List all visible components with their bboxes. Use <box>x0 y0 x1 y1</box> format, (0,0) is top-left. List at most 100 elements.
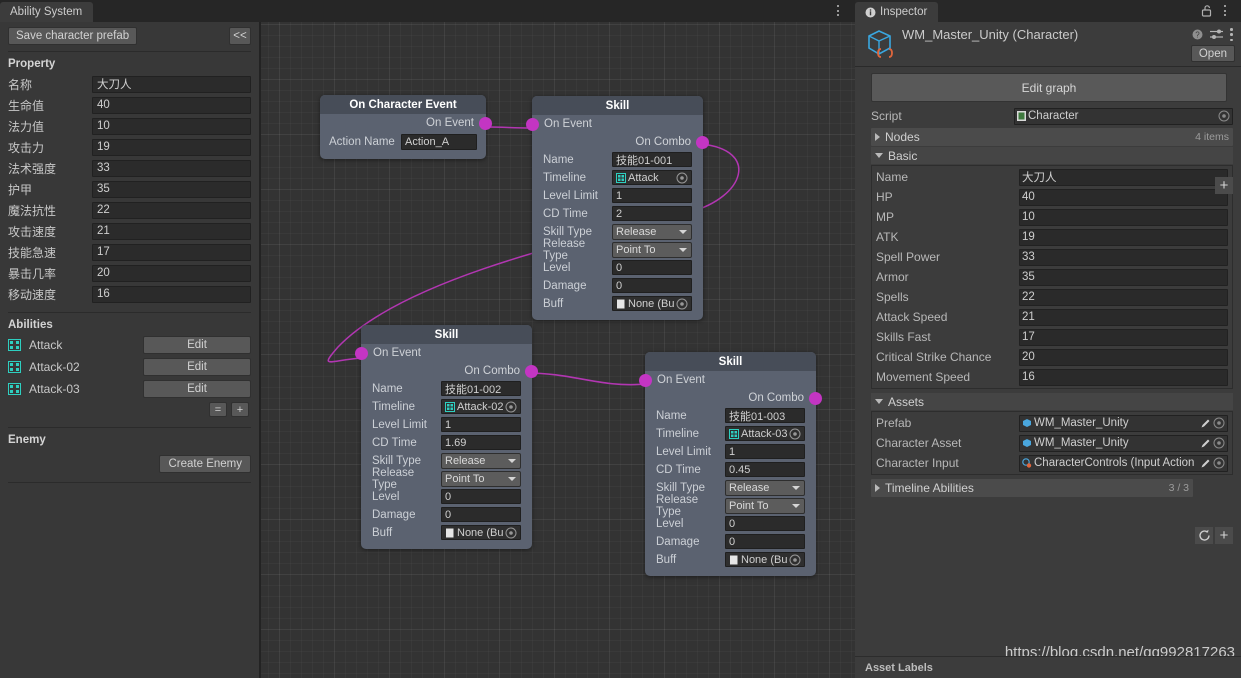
skill-type-dropdown[interactable]: Release <box>725 479 805 496</box>
edit-graph-button[interactable]: Edit graph <box>871 73 1227 102</box>
lock-open-icon[interactable] <box>1201 4 1213 17</box>
field-input[interactable]: 0 <box>725 534 805 549</box>
add-timeline-ability-button[interactable]: + <box>1215 527 1233 544</box>
object-field[interactable]: WM_Master_Unity <box>1019 414 1228 432</box>
object-picker-icon[interactable] <box>676 298 688 310</box>
edit-ability-button[interactable]: Edit <box>143 358 251 376</box>
skill-type-dropdown[interactable]: Release <box>612 223 692 240</box>
edit-pencil-icon[interactable] <box>1200 458 1211 469</box>
node-input-port[interactable]: On Event <box>355 344 532 362</box>
help-icon[interactable]: ? <box>1192 29 1203 40</box>
edit-pencil-icon[interactable] <box>1200 438 1211 449</box>
field-input[interactable]: 0 <box>612 260 692 275</box>
object-field[interactable]: Attack-02 <box>441 399 521 414</box>
field-input[interactable]: 2 <box>612 206 692 221</box>
port-dot[interactable] <box>696 136 709 149</box>
field-input[interactable]: 1.69 <box>441 435 521 450</box>
field-input[interactable]: 1 <box>612 188 692 203</box>
object-picker-icon[interactable] <box>1213 457 1225 469</box>
release-type-dropdown[interactable]: Point To <box>612 241 692 258</box>
preset-sliders-icon[interactable] <box>1210 29 1223 40</box>
field-input[interactable]: 1 <box>725 444 805 459</box>
object-picker-icon[interactable] <box>505 401 517 413</box>
object-picker-icon[interactable] <box>789 428 801 440</box>
field-input[interactable]: 19 <box>1019 228 1228 246</box>
field-input[interactable]: 0 <box>725 516 805 531</box>
property-input[interactable]: 22 <box>92 201 251 219</box>
port-dot[interactable] <box>479 117 492 130</box>
basic-foldout[interactable]: Basic <box>871 147 1233 164</box>
port-dot[interactable] <box>355 347 368 360</box>
add-ability-button[interactable]: + <box>231 402 249 417</box>
field-input[interactable]: 17 <box>1019 328 1228 346</box>
node-output-port[interactable]: On Event <box>320 114 492 132</box>
object-picker-icon[interactable] <box>1218 110 1230 122</box>
property-input[interactable]: 21 <box>92 222 251 240</box>
property-input[interactable]: 33 <box>92 159 251 177</box>
field-input[interactable]: 技能01-003 <box>725 408 805 423</box>
tab-inspector[interactable]: Inspector <box>855 2 939 22</box>
left-window-kebab-menu-icon[interactable] <box>832 3 844 18</box>
object-field[interactable]: None (Bu <box>612 296 692 311</box>
port-dot[interactable] <box>639 374 652 387</box>
field-input[interactable]: 0 <box>612 278 692 293</box>
assets-foldout[interactable]: Assets <box>871 393 1233 410</box>
property-input[interactable]: 20 <box>92 264 251 282</box>
edit-ability-button[interactable]: Edit <box>143 380 251 398</box>
object-picker-icon[interactable] <box>1213 437 1225 449</box>
property-input[interactable]: 40 <box>92 96 251 114</box>
kebab-menu-icon[interactable] <box>1230 28 1233 41</box>
port-dot[interactable] <box>809 392 822 405</box>
node-output-port[interactable]: On Combo <box>645 389 822 407</box>
save-character-prefab-button[interactable]: Save character prefab <box>8 27 138 45</box>
property-input[interactable]: 17 <box>92 243 251 261</box>
add-node-button[interactable]: + <box>1215 177 1233 194</box>
asset-labels-bar[interactable]: Asset Labels <box>855 656 1241 678</box>
graph-node-skill-3[interactable]: Skill On Event On Combo Name 技能01-003 Ti… <box>639 352 822 576</box>
node-output-port[interactable]: On Combo <box>361 362 538 380</box>
open-button[interactable]: Open <box>1190 45 1235 62</box>
node-input-port[interactable]: On Event <box>639 371 816 389</box>
node-input-port[interactable]: On Event <box>526 115 703 133</box>
property-input[interactable]: 16 <box>92 285 251 303</box>
list-item[interactable]: Attack-03 Edit <box>0 379 259 399</box>
field-input[interactable]: 20 <box>1019 348 1228 366</box>
inspector-kebab-menu-icon[interactable] <box>1219 3 1231 18</box>
edit-ability-button[interactable]: Edit <box>143 336 251 354</box>
release-type-dropdown[interactable]: Point To <box>725 497 805 514</box>
field-input[interactable]: 22 <box>1019 288 1228 306</box>
object-picker-icon[interactable] <box>676 172 688 184</box>
object-field[interactable]: CharacterControls (Input Action <box>1019 454 1228 472</box>
edit-pencil-icon[interactable] <box>1200 418 1211 429</box>
refresh-timeline-abilities-button[interactable] <box>1195 527 1213 544</box>
graph-node-on-character-event[interactable]: On Character Event On Event Action Name … <box>320 95 492 159</box>
graph-node-skill-1[interactable]: Skill On Event On Combo Name 技能01-001 Ti… <box>526 96 709 320</box>
object-field[interactable]: None (Bu <box>725 552 805 567</box>
field-input[interactable]: 35 <box>1019 268 1228 286</box>
field-input[interactable]: 技能01-002 <box>441 381 521 396</box>
remove-ability-button[interactable]: = <box>209 402 227 417</box>
property-input[interactable]: 35 <box>92 180 251 198</box>
field-input[interactable]: 大刀人 <box>1019 168 1228 186</box>
skill-type-dropdown[interactable]: Release <box>441 452 521 469</box>
property-input[interactable]: 19 <box>92 138 251 156</box>
node-output-port[interactable]: On Combo <box>532 133 709 151</box>
object-picker-icon[interactable] <box>789 554 801 566</box>
field-input[interactable]: 0 <box>441 489 521 504</box>
object-picker-icon[interactable] <box>1213 417 1225 429</box>
graph-node-skill-2[interactable]: Skill On Event On Combo Name 技能01-002 Ti… <box>355 325 538 549</box>
port-dot[interactable] <box>525 365 538 378</box>
property-input[interactable]: 10 <box>92 117 251 135</box>
field-input[interactable]: 10 <box>1019 208 1228 226</box>
script-object-field[interactable]: Character <box>1014 107 1233 125</box>
field-input[interactable]: 40 <box>1019 188 1228 206</box>
object-field[interactable]: WM_Master_Unity <box>1019 434 1228 452</box>
field-input[interactable]: 33 <box>1019 248 1228 266</box>
object-picker-icon[interactable] <box>505 527 517 539</box>
list-item[interactable]: Attack Edit <box>0 335 259 355</box>
property-input[interactable]: 大刀人 <box>92 75 251 93</box>
field-input[interactable]: 16 <box>1019 368 1228 386</box>
field-input[interactable]: 21 <box>1019 308 1228 326</box>
field-input[interactable]: Action_A <box>401 133 477 150</box>
collapse-panel-button[interactable]: << <box>229 27 251 45</box>
